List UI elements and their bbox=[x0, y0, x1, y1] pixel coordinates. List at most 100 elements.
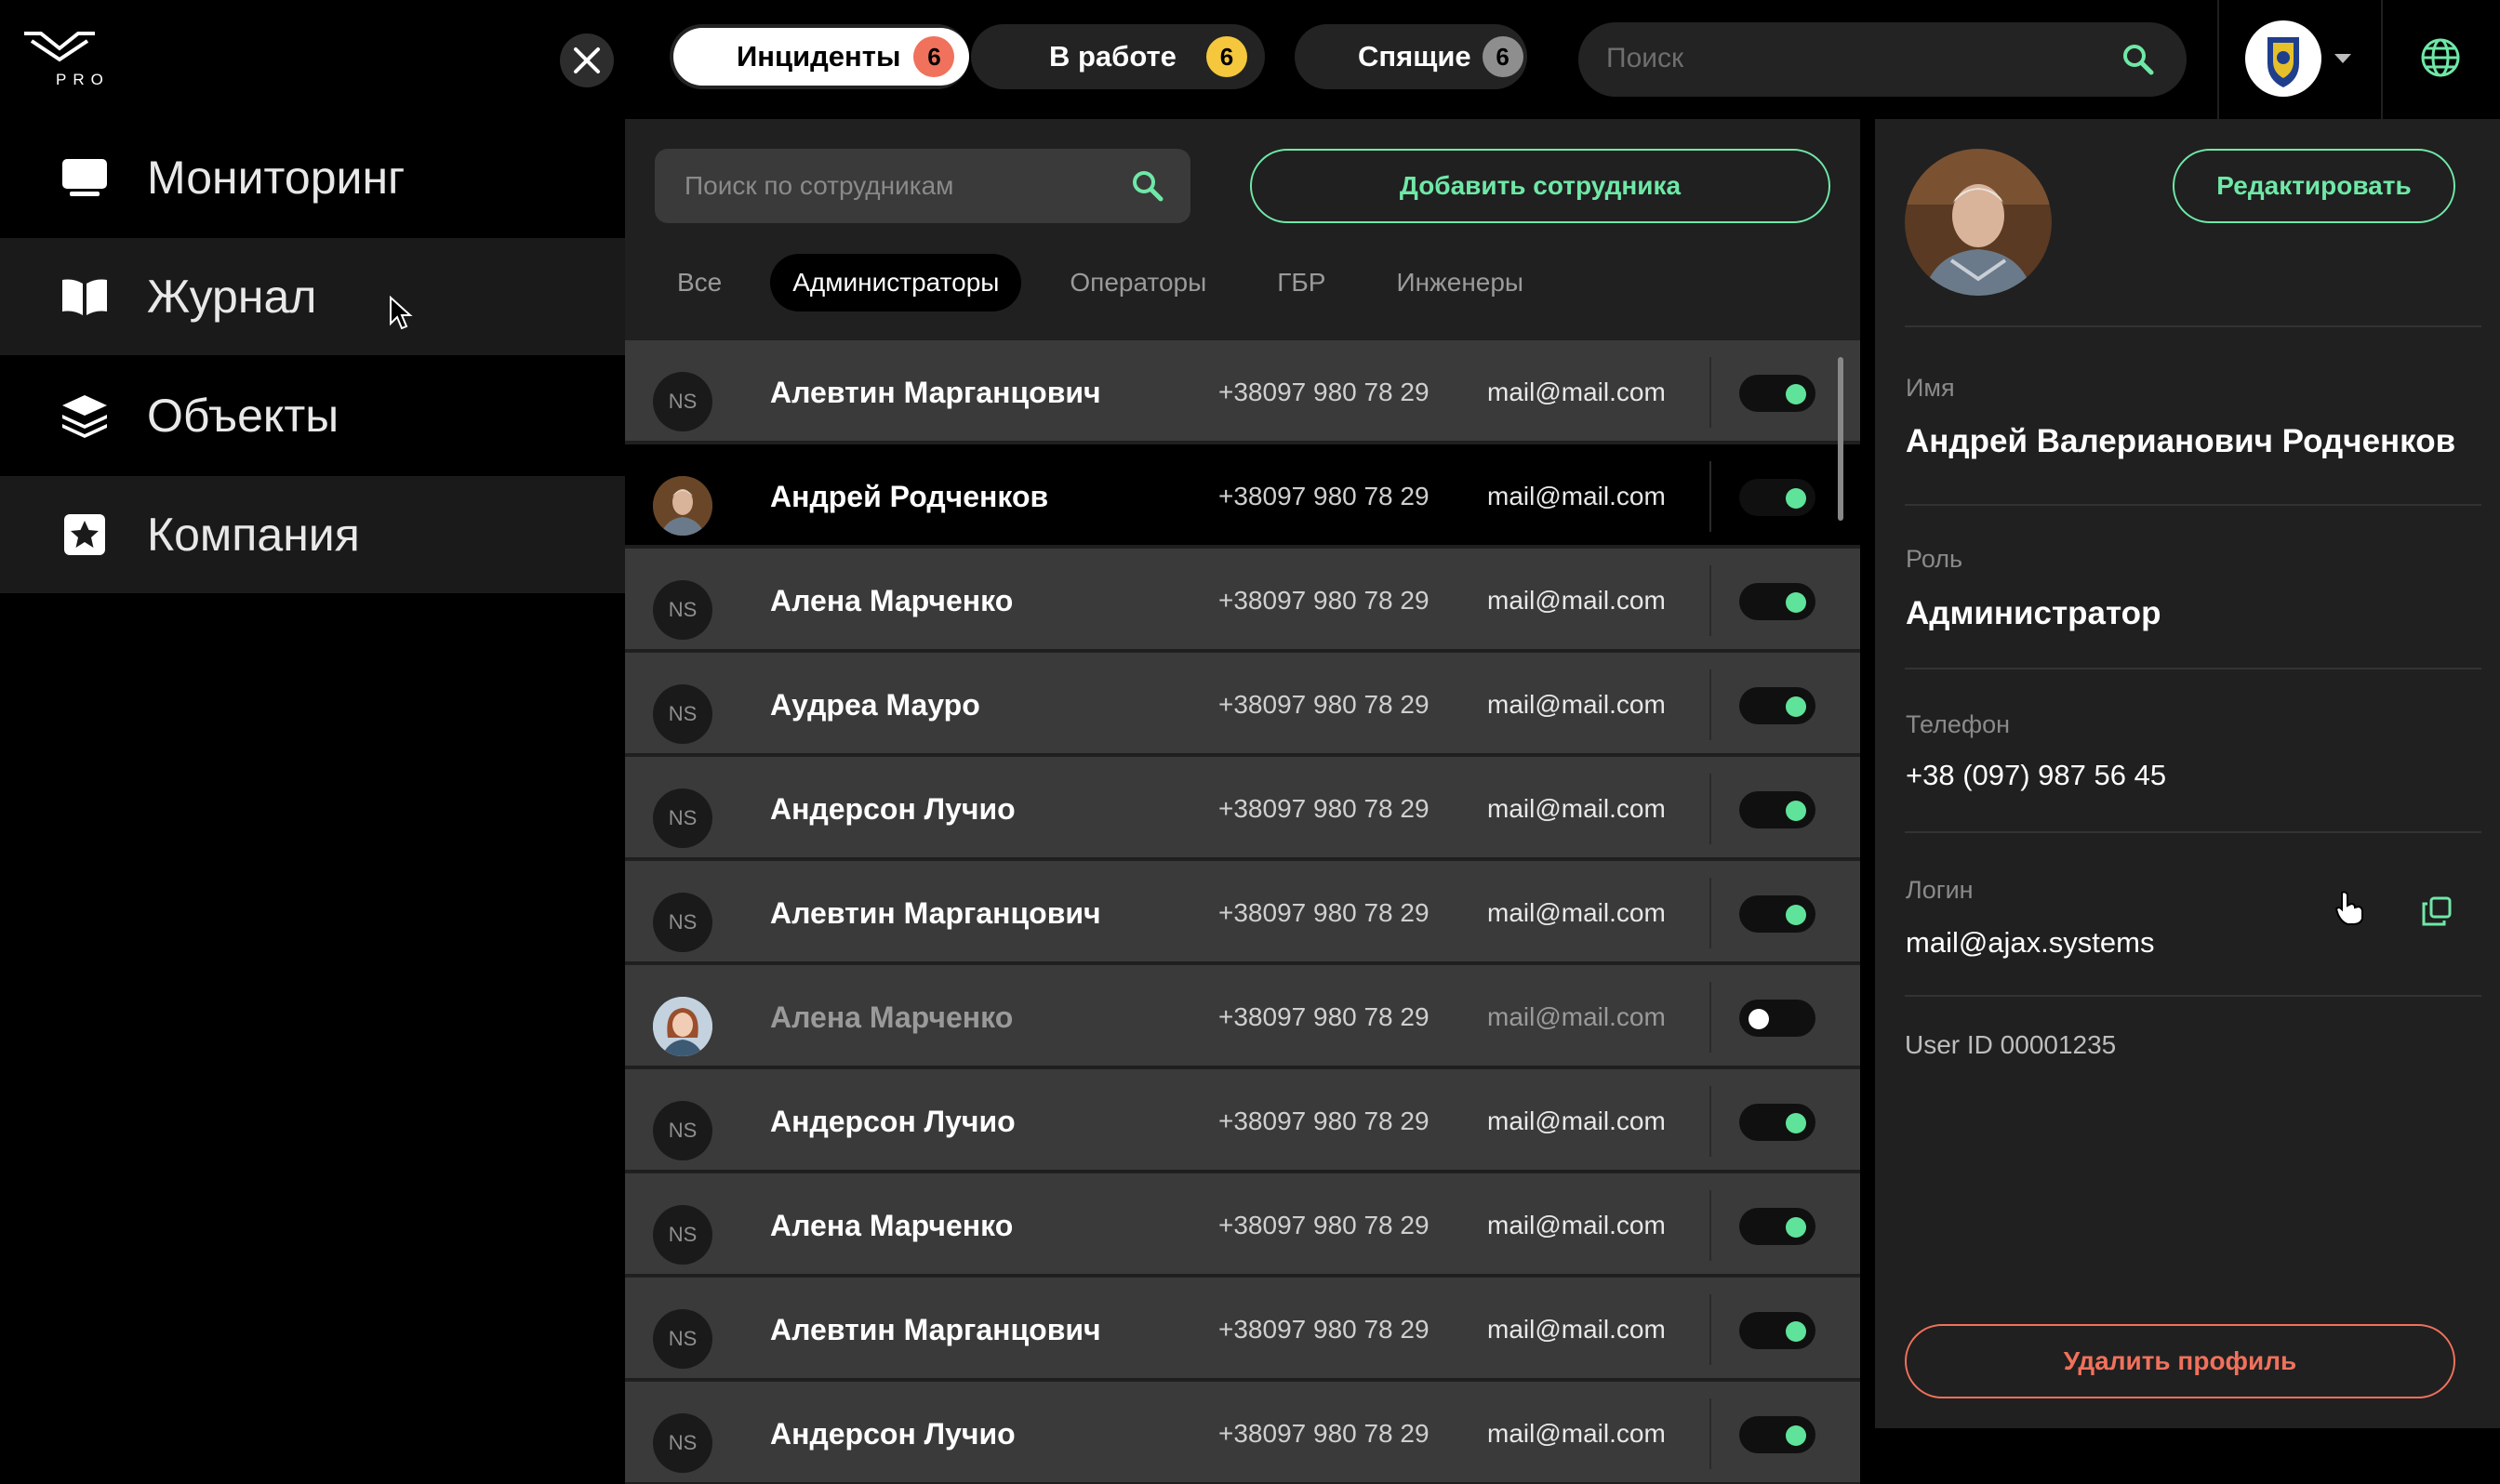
toggle-knob bbox=[1786, 488, 1806, 509]
tab-in-progress-wrap: В работе 6 bbox=[971, 24, 1265, 89]
employee-active-toggle[interactable] bbox=[1739, 687, 1815, 724]
sidebar-item-label: Компания bbox=[147, 509, 360, 561]
scrollbar[interactable] bbox=[1838, 357, 1843, 521]
employee-phone: +38097 980 78 29 bbox=[1218, 1315, 1430, 1344]
avatar: NS bbox=[653, 372, 712, 431]
search-icon[interactable] bbox=[1131, 169, 1164, 203]
divider bbox=[1905, 504, 2481, 506]
sidebar: PRO Мониторинг Журнал Объекты Компания bbox=[0, 0, 625, 1428]
role-label: Роль bbox=[1906, 545, 1963, 573]
edit-profile-button[interactable]: Редактировать bbox=[2173, 149, 2455, 223]
table-row[interactable]: Андрей Родченков +38097 980 78 29 mail@mai… bbox=[625, 444, 1860, 547]
avatar: NS bbox=[653, 1205, 712, 1265]
employee-active-toggle[interactable] bbox=[1739, 1104, 1815, 1141]
close-icon bbox=[574, 47, 600, 73]
table-row[interactable]: NS Андерсон Лучио +38097 980 78 29 mail@mai… bbox=[625, 1069, 1860, 1172]
global-search-input[interactable]: Поиск bbox=[1578, 22, 2187, 97]
employee-active-toggle[interactable] bbox=[1739, 1208, 1815, 1245]
divider bbox=[1709, 1190, 1711, 1261]
sidebar-item-company[interactable]: Компания bbox=[0, 476, 625, 593]
sidebar-item-journal[interactable]: Журнал bbox=[0, 238, 625, 355]
toggle-knob bbox=[1786, 1217, 1806, 1238]
sleeping-count-badge: 6 bbox=[1482, 36, 1523, 77]
tab-sleeping[interactable]: Спящие 6 bbox=[1295, 28, 1523, 86]
employee-active-toggle[interactable] bbox=[1739, 479, 1815, 516]
phone-label: Телефон bbox=[1906, 710, 2011, 738]
ajax-logo[interactable]: PRO bbox=[20, 28, 121, 88]
filter-all[interactable]: Все bbox=[655, 254, 744, 311]
star-icon bbox=[58, 511, 112, 558]
profile-login: mail@ajax.systems bbox=[1906, 926, 2155, 959]
filter-administrators[interactable]: Администраторы bbox=[770, 254, 1022, 311]
employee-email: mail@mail.com bbox=[1487, 1419, 1666, 1448]
employee-name: Андерсон Лучио bbox=[770, 792, 1016, 826]
tab-in-progress[interactable]: В работе 6 bbox=[971, 28, 1247, 86]
employee-email: mail@mail.com bbox=[1487, 482, 1666, 510]
employee-email: mail@mail.com bbox=[1487, 1002, 1666, 1031]
divider bbox=[1709, 1398, 1711, 1469]
tab-label: В работе bbox=[1049, 40, 1177, 73]
monitor-icon bbox=[58, 154, 112, 201]
copy-icon[interactable] bbox=[2422, 896, 2452, 926]
employee-active-toggle[interactable] bbox=[1739, 895, 1815, 933]
employee-active-toggle[interactable] bbox=[1739, 1000, 1815, 1037]
filter-operators[interactable]: Операторы bbox=[1047, 254, 1229, 311]
book-icon bbox=[58, 273, 112, 320]
sidebar-item-monitoring[interactable]: Мониторинг bbox=[0, 119, 625, 236]
employee-search-input[interactable]: Поиск по сотрудникам bbox=[655, 149, 1190, 223]
toggle-knob bbox=[1786, 696, 1806, 717]
filter-gbr[interactable]: ГБР bbox=[1255, 254, 1348, 311]
table-row[interactable]: NS Андерсон Лучио +38097 980 78 29 mail@mai… bbox=[625, 757, 1860, 859]
employee-email: mail@mail.com bbox=[1487, 794, 1666, 823]
table-row[interactable]: NS Аудреа Мауро +38097 980 78 29 mail@mail.… bbox=[625, 653, 1860, 755]
employee-active-toggle[interactable] bbox=[1739, 791, 1815, 828]
sidebar-item-objects[interactable]: Объекты bbox=[0, 357, 625, 474]
in-progress-count-badge: 6 bbox=[1205, 36, 1247, 77]
employee-email: mail@mail.com bbox=[1487, 586, 1666, 615]
table-row[interactable]: NS Алевтин Марганцович +38097 980 78 29 mai… bbox=[625, 1278, 1860, 1380]
tab-incidents[interactable]: Инциденты 6 bbox=[673, 28, 969, 86]
toggle-knob bbox=[1786, 1113, 1806, 1133]
close-menu-button[interactable] bbox=[560, 33, 614, 87]
employee-name: Андерсон Лучио bbox=[770, 1417, 1016, 1451]
tab-label: Спящие bbox=[1358, 40, 1471, 73]
company-logo-avatar[interactable] bbox=[2245, 20, 2321, 97]
profile-role: Администратор bbox=[1906, 595, 2161, 631]
search-icon[interactable] bbox=[2121, 43, 2155, 76]
employee-active-toggle[interactable] bbox=[1739, 1416, 1815, 1453]
avatar: NS bbox=[653, 788, 712, 848]
employee-name: Алена Марченко bbox=[770, 1209, 1014, 1242]
employee-phone: +38097 980 78 29 bbox=[1218, 1106, 1430, 1135]
employee-name: Андерсон Лучио bbox=[770, 1105, 1016, 1138]
divider bbox=[1709, 1086, 1711, 1157]
table-row[interactable]: NS Алевтин Марганцович +38097 980 78 29 mai… bbox=[625, 861, 1860, 963]
employee-email: mail@mail.com bbox=[1487, 690, 1666, 719]
user-id: User ID 00001235 bbox=[1905, 1030, 2117, 1059]
table-row[interactable]: NS Андерсон Лучио +38097 980 78 29 mail@mai… bbox=[625, 1382, 1860, 1484]
divider bbox=[1709, 461, 1711, 532]
table-row[interactable]: NS Алена Марченко +38097 980 78 29 mail@mai… bbox=[625, 1173, 1860, 1276]
filter-engineers[interactable]: Инженеры bbox=[1374, 254, 1546, 311]
sidebar-item-label: Журнал bbox=[147, 271, 317, 323]
tab-sleeping-wrap: Спящие 6 bbox=[1295, 24, 1527, 89]
add-employee-button[interactable]: Добавить сотрудника bbox=[1250, 149, 1830, 223]
employee-phone: +38097 980 78 29 bbox=[1218, 1419, 1430, 1448]
hand-cursor-icon bbox=[2334, 891, 2363, 925]
employee-active-toggle[interactable] bbox=[1739, 583, 1815, 620]
employee-active-toggle[interactable] bbox=[1739, 375, 1815, 412]
divider bbox=[1709, 1294, 1711, 1365]
chevron-down-icon[interactable] bbox=[2333, 52, 2353, 65]
globe-icon[interactable] bbox=[2420, 37, 2461, 78]
tab-label: Инциденты bbox=[737, 40, 901, 73]
toggle-knob bbox=[1786, 1321, 1806, 1342]
toggle-knob bbox=[1786, 801, 1806, 821]
avatar: NS bbox=[653, 1413, 712, 1473]
delete-profile-button[interactable]: Удалить профиль bbox=[1905, 1324, 2455, 1398]
login-label: Логин bbox=[1906, 876, 1974, 904]
employee-active-toggle[interactable] bbox=[1739, 1312, 1815, 1349]
table-row[interactable]: NS Алена Марченко +38097 980 78 29 mail@mai… bbox=[625, 549, 1860, 651]
table-row[interactable]: Алена Марченко +38097 980 78 29 mail@mail.… bbox=[625, 965, 1860, 1067]
avatar bbox=[653, 997, 712, 1056]
table-row[interactable]: NS Алевтин Марганцович +38097 980 78 29 mai… bbox=[625, 340, 1860, 443]
employee-email: mail@mail.com bbox=[1487, 898, 1666, 927]
